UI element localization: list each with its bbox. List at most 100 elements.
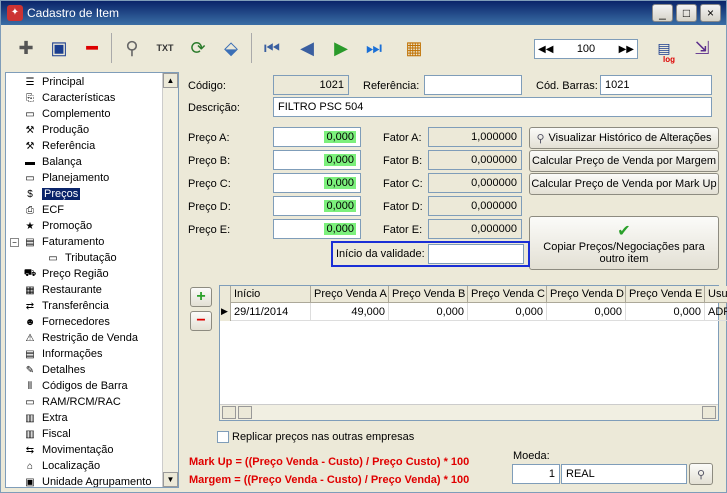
txt-icon[interactable]: TXT [152,35,178,61]
historico-button[interactable]: ⚲ Visualizar Histórico de Alterações [529,127,719,149]
collapse-toggle[interactable]: − [10,237,19,247]
tree-item[interactable]: − ▤ Faturamento [10,234,104,250]
codigo-field[interactable]: 1021 [273,75,349,95]
tree-item[interactable]: ⚒ Produção [23,122,90,138]
close-button[interactable]: × [700,4,721,22]
grid-cell[interactable]: 49,000 [311,303,389,321]
preco-field[interactable]: 0,000 [273,173,361,193]
referencia-field[interactable] [424,75,522,95]
preco-value: 0,000 [324,154,356,166]
grid-cell[interactable]: ADR [705,303,727,321]
grid-column-header[interactable]: Preço Venda D [547,286,626,303]
fator-field[interactable]: 0,000000 [428,173,522,193]
inicio-validade-field[interactable] [428,244,524,264]
tree-item[interactable]: ▭ RAM/RCM/RAC [23,394,121,410]
exit-icon[interactable]: ⇲ [689,35,715,61]
tag-icon[interactable]: ⬙ [218,35,244,61]
tree-scrollbar[interactable]: ▲ ▼ [162,73,178,487]
next-record-icon[interactable]: ▶ [328,35,354,61]
search-icon[interactable]: ⚲ [119,35,145,61]
grid-hscrollbar[interactable] [220,404,718,420]
scroll-up-arrow[interactable]: ▲ [163,73,178,88]
tree-item[interactable]: ▤ Informações [23,346,102,362]
tree-item[interactable]: $ Preços [23,186,81,202]
grid-cell[interactable]: 0,000 [626,303,705,321]
tree-item[interactable]: ☰ Principal [23,74,85,90]
tree-item[interactable]: ⦀ Códigos de Barra [23,378,128,394]
moeda-codigo-field[interactable]: 1 [512,464,560,484]
copiar-button[interactable]: ✔ Copiar Preços/Negociações para outro i… [529,216,719,270]
fator-field[interactable]: 0,000000 [428,196,522,216]
tree-item[interactable]: ▭ Tributação [46,250,116,266]
refresh-icon[interactable]: ⟳ [185,35,211,61]
preco-field[interactable]: 0,000 [273,127,361,147]
maximize-button[interactable]: □ [676,4,697,22]
tree-item[interactable]: ▭ Complemento [23,106,110,122]
add-icon[interactable]: ✚ [13,35,39,61]
add-row-button[interactable]: + [190,287,212,307]
preco-field[interactable]: 0,000 [273,219,361,239]
prev-record-icon[interactable]: ◀ [294,35,320,61]
grid-cell[interactable]: 0,000 [389,303,468,321]
remove-row-button[interactable]: − [190,311,212,331]
grid-column-header[interactable]: Preço Venda B [389,286,468,303]
grid-column-header[interactable]: Usuá [705,286,727,303]
cod-barras-field[interactable]: 1021 [600,75,712,95]
minimize-button[interactable]: _ [652,4,673,22]
preco-field[interactable]: 0,000 [273,196,361,216]
grid-column-header[interactable]: Preço Venda E [626,286,705,303]
price-history-grid[interactable]: ▶ Início 29/11/2014 Preço Venda A 49,000 Preç… [219,285,727,421]
grid-column-header[interactable]: Preço Venda C [468,286,547,303]
tree-item[interactable]: ⚒ Referência [23,138,96,154]
tree-item[interactable]: ✎ Detalhes [23,362,86,378]
nav-first-button[interactable]: ◀◀ [538,44,553,55]
nav-last-button[interactable]: ▶▶ [619,44,634,55]
tree-item[interactable]: ⎙ ECF [23,202,64,218]
tree-item[interactable]: ☻ Fornecedores [23,314,110,330]
tree-item[interactable]: ▥ Fiscal [23,426,70,442]
calc-margem-button[interactable]: Calcular Preço de Venda por Margem [529,150,719,172]
tree-item[interactable]: ⎘ Características [23,90,115,106]
preco-value: 0,000 [324,223,356,235]
last-record-icon[interactable]: ⏭ [361,35,387,61]
grid-column-header[interactable]: Início [231,286,311,303]
moeda-nome-field[interactable]: REAL [561,464,687,484]
tree-item[interactable]: ▭ Planejamento [23,170,109,186]
scroll-down-arrow[interactable]: ▼ [163,472,178,487]
grid-cell[interactable]: 0,000 [547,303,626,321]
tree-item-label: Unidade Agrupamento [42,476,152,488]
grid-cell[interactable]: 29/11/2014 [231,303,311,321]
tree-item[interactable]: ⇄ Transferência [23,298,109,314]
grid-column-header[interactable]: Preço Venda A [311,286,389,303]
app-icon: ✦ [7,5,23,21]
tree-item[interactable]: ▦ Restaurante [23,282,102,298]
tree-item[interactable]: ⚠ Restrição de Venda [23,330,139,346]
fator-field[interactable]: 0,000000 [428,150,522,170]
tree-item-label: ECF [42,204,64,216]
tree-item[interactable]: ⇆ Movimentação [23,442,114,458]
tree-item[interactable]: ★ Promoção [23,218,93,234]
delete-icon[interactable]: ━ [79,35,105,61]
calendar-icon[interactable]: ▦ [401,35,427,61]
first-record-icon[interactable]: ⏮ [259,35,285,61]
tax-icon: ▭ [48,252,58,264]
moeda-search-button[interactable]: ⚲ [689,463,713,485]
tree-item[interactable]: ⛟ Preço Região [23,266,109,282]
location-icon: ⌂ [26,460,34,472]
save-icon[interactable]: ▣ [46,35,72,61]
tree-item[interactable]: ▣ Unidade Agrupamento [23,474,152,488]
grid-cell[interactable]: 0,000 [468,303,547,321]
record-navigator[interactable]: ◀◀ 100 ▶▶ [534,39,638,59]
nav-value[interactable]: 100 [577,43,595,55]
replicar-checkbox[interactable] [217,431,229,443]
descricao-field[interactable]: FILTRO PSC 504 [273,97,712,117]
preco-field[interactable]: 0,000 [273,150,361,170]
fator-field[interactable]: 1,000000 [428,127,522,147]
tree-item[interactable]: ▥ Extra [23,410,67,426]
fiscal-icon: ▥ [25,428,35,440]
fator-field[interactable]: 0,000000 [428,219,522,239]
tree-item[interactable]: ⌂ Localização [23,458,100,474]
tree-item[interactable]: ▬ Balança [23,154,82,170]
list-icon: ☰ [25,76,35,88]
calc-markup-button[interactable]: Calcular Preço de Venda por Mark Up [529,173,719,195]
